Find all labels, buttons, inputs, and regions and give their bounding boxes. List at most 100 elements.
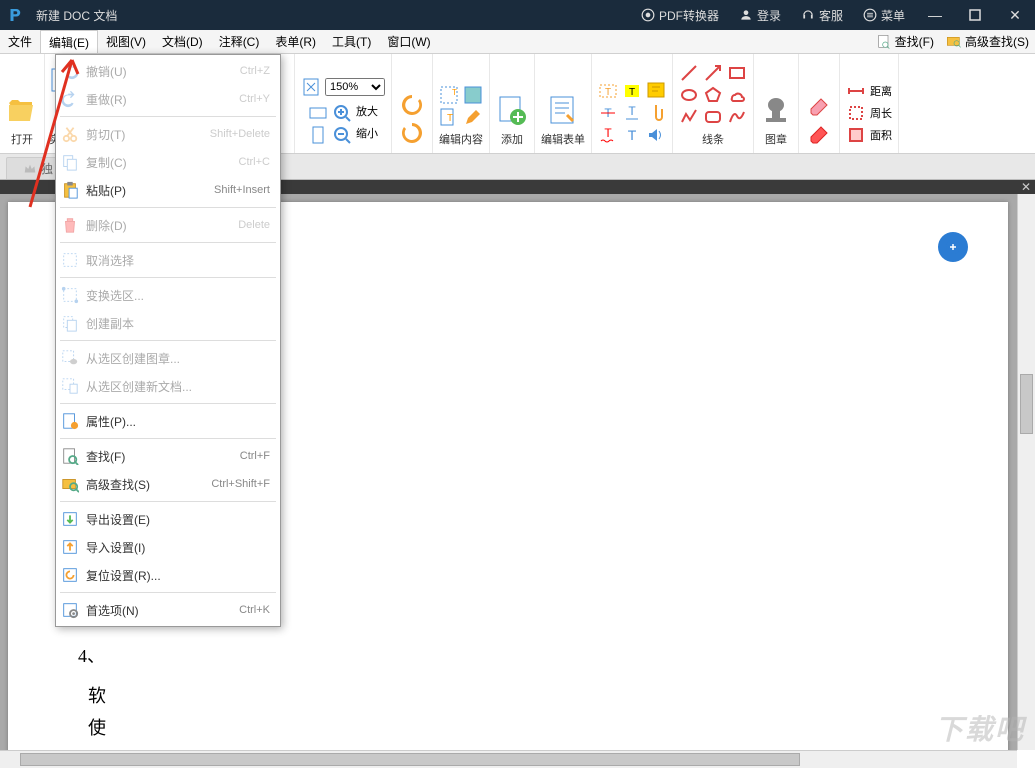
eraser-icon[interactable] — [805, 91, 833, 119]
menu-item-reset[interactable]: 复位设置(R)... — [56, 561, 280, 589]
find-button[interactable]: 查找(F) — [870, 33, 940, 50]
sound-icon[interactable] — [646, 125, 666, 145]
menu-item-props[interactable]: 属性(P)... — [56, 407, 280, 435]
open-group: 打开 — [0, 54, 45, 153]
menu-item-export[interactable]: 导出设置(E) — [56, 505, 280, 533]
minimize-button[interactable]: ― — [915, 0, 955, 30]
zoom-select[interactable]: 150% — [325, 78, 385, 96]
rectangle-icon[interactable] — [727, 63, 747, 83]
redo-icon — [60, 89, 80, 109]
menu-item-paste[interactable]: 粘贴(P)Shift+Insert — [56, 176, 280, 204]
menu-item-doc-sel: 从选区创建新文档... — [56, 372, 280, 400]
menu-separator — [60, 403, 276, 404]
export-icon — [60, 509, 80, 529]
rounded-rect-icon[interactable] — [703, 107, 723, 127]
add-button[interactable]: 添加 — [496, 95, 528, 147]
horizontal-scrollbar[interactable] — [0, 750, 1017, 768]
edit-form-button[interactable]: 编辑表单 — [541, 95, 585, 147]
svg-text:T: T — [452, 88, 457, 97]
attachment-icon[interactable] — [646, 103, 666, 123]
maximize-button[interactable] — [955, 0, 995, 30]
menu-view[interactable]: 视图(V) — [98, 30, 154, 53]
menu-item-undo: 撤销(U)Ctrl+Z — [56, 57, 280, 85]
zoom-in-icon[interactable] — [332, 103, 352, 123]
select-text-icon[interactable]: T — [439, 85, 459, 105]
tab-close-icon[interactable]: ✕ — [1021, 180, 1031, 194]
transform-icon — [60, 285, 80, 305]
rotate-left-icon[interactable] — [398, 91, 426, 119]
title-bar: 新建 DOC 文档 PDF转换器 登录 客服 菜单 ― ✕ — [0, 0, 1035, 30]
menu-item-cut: 剪切(T)Shift+Delete — [56, 120, 280, 148]
eraser-all-icon[interactable] — [805, 119, 833, 147]
strikethrough-icon[interactable]: T — [598, 103, 618, 123]
freehand-icon[interactable] — [727, 107, 747, 127]
line-icon[interactable] — [679, 63, 699, 83]
login-button[interactable]: 登录 — [729, 0, 791, 30]
service-button[interactable]: 客服 — [791, 0, 853, 30]
headset-icon — [801, 8, 815, 22]
open-button[interactable]: 打开 — [6, 95, 38, 147]
add-page-icon — [496, 95, 528, 127]
app-logo-icon — [0, 0, 30, 30]
delete-icon — [60, 215, 80, 235]
menu-item-adv-find[interactable]: 高级查找(S)Ctrl+Shift+F — [56, 470, 280, 498]
perimeter-icon[interactable] — [846, 103, 866, 123]
fit-width-icon[interactable] — [308, 103, 328, 123]
menu-tools[interactable]: 工具(T) — [324, 30, 379, 53]
area-icon[interactable] — [846, 125, 866, 145]
edit-content-group: T T 编辑内容 — [433, 54, 490, 153]
menu-item-deselect: 取消选择 — [56, 246, 280, 274]
user-icon — [739, 8, 753, 22]
deselect-icon — [60, 250, 80, 270]
edit-dropdown-menu: 撤销(U)Ctrl+Z重做(R)Ctrl+Y 剪切(T)Shift+Delete 复… — [55, 54, 281, 627]
float-action-button[interactable] — [938, 232, 968, 262]
menu-button[interactable]: 菜单 — [853, 0, 915, 30]
zoom-out-icon[interactable] — [332, 125, 352, 145]
doc-text-3: 使 — [88, 714, 106, 740]
menu-document[interactable]: 文档(D) — [154, 30, 211, 53]
menu-item-import[interactable]: 导入设置(I) — [56, 533, 280, 561]
textbox-icon[interactable]: T — [598, 81, 618, 101]
distance-icon[interactable] — [846, 81, 866, 101]
close-button[interactable]: ✕ — [995, 0, 1035, 30]
sticky-note-icon[interactable] — [646, 81, 666, 101]
menu-file[interactable]: 文件 — [0, 30, 40, 53]
svg-text:T: T — [605, 87, 611, 98]
svg-text:T: T — [629, 87, 635, 98]
stamp-button[interactable]: 图章 — [760, 95, 792, 147]
menu-edit[interactable]: 编辑(E) — [40, 30, 98, 53]
menu-comment[interactable]: 注释(C) — [211, 30, 268, 53]
oval-icon[interactable] — [679, 85, 699, 105]
menu-item-find[interactable]: 查找(F)Ctrl+F — [56, 442, 280, 470]
adv-find-button[interactable]: 高级查找(S) — [940, 33, 1035, 50]
folder-open-icon — [6, 95, 38, 127]
menu-item-prefs[interactable]: 首选项(N)Ctrl+K — [56, 596, 280, 624]
menu-bar: 文件 编辑(E) 视图(V) 文档(D) 注释(C) 表单(R) 工具(T) 窗… — [0, 30, 1035, 54]
text-tool-icon[interactable]: T — [622, 125, 642, 145]
vscroll-thumb[interactable] — [1020, 374, 1033, 434]
hscroll-thumb[interactable] — [20, 753, 800, 766]
svg-text:T: T — [604, 126, 612, 140]
pdf-converter-button[interactable]: PDF转换器 — [631, 0, 729, 30]
edit-text-icon[interactable]: T — [439, 107, 459, 127]
cloud-icon[interactable] — [727, 85, 747, 105]
menu-form[interactable]: 表单(R) — [267, 30, 324, 53]
squiggly-icon[interactable]: T — [598, 125, 618, 145]
select-image-icon[interactable] — [463, 85, 483, 105]
fit-page-icon[interactable] — [301, 77, 321, 97]
polyline-icon[interactable] — [679, 107, 699, 127]
edit-pencil-icon[interactable] — [463, 107, 483, 127]
fit-height-icon[interactable] — [308, 125, 328, 145]
rotate-right-icon[interactable] — [398, 119, 426, 147]
converter-icon — [641, 8, 655, 22]
underline-icon[interactable]: T — [622, 103, 642, 123]
menu-item-redo: 重做(R)Ctrl+Y — [56, 85, 280, 113]
maximize-icon — [969, 9, 981, 21]
menu-window[interactable]: 窗口(W) — [379, 30, 438, 53]
duplicate-icon — [60, 313, 80, 333]
polygon-icon[interactable] — [703, 85, 723, 105]
reset-icon — [60, 565, 80, 585]
vertical-scrollbar[interactable] — [1017, 194, 1035, 750]
highlight-icon[interactable]: T — [622, 81, 642, 101]
arrow-icon[interactable] — [703, 63, 723, 83]
